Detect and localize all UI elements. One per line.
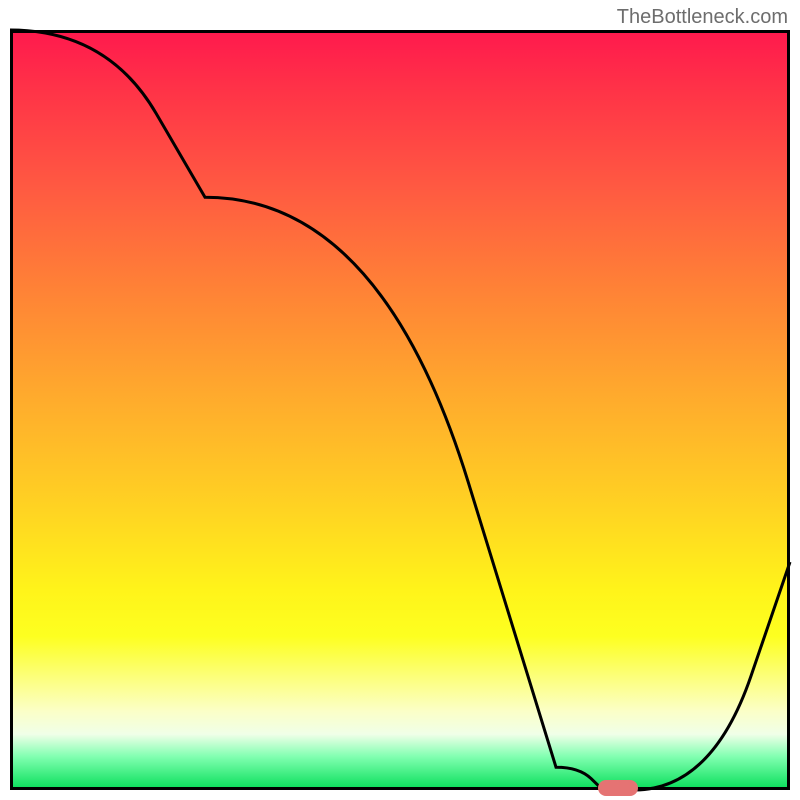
valley-marker bbox=[598, 780, 638, 796]
curve-svg bbox=[10, 30, 790, 790]
attribution-label: TheBottleneck.com bbox=[617, 6, 788, 29]
bottleneck-curve-path bbox=[10, 30, 790, 790]
bottleneck-figure: TheBottleneck.com bbox=[0, 0, 800, 800]
